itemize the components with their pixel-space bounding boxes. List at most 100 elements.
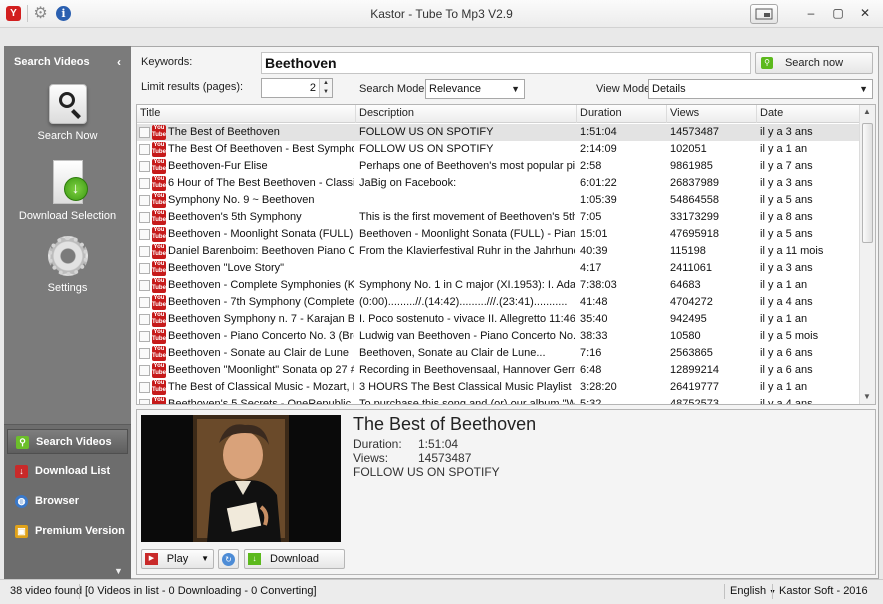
stepper-arrows-icon[interactable]: ▲ ▼ xyxy=(319,79,332,97)
row-checkbox[interactable] xyxy=(139,263,150,274)
table-row[interactable]: You Tube 6 Hour of The Best Beethoven - Cl… xyxy=(137,175,860,192)
table-row[interactable]: You Tube Beethoven - 7th Symphony (Complet… xyxy=(137,294,860,311)
search-icon xyxy=(48,84,87,124)
duration-label: Duration: xyxy=(353,437,402,451)
table-row[interactable]: You Tube Symphony No. 9 ~ Beethoven 1:05:39… xyxy=(137,192,860,209)
keywords-label: Keywords: xyxy=(141,56,193,68)
column-description[interactable]: Description xyxy=(356,105,577,123)
search-mode-label: Search Mode: xyxy=(359,83,428,95)
download-selection-label: Download Selection xyxy=(18,210,117,222)
mini-player-button[interactable] xyxy=(750,4,778,24)
cell-duration: 4:17 xyxy=(580,262,602,274)
cell-duration: 7:16 xyxy=(580,347,602,359)
cell-date: il y a 5 mois xyxy=(760,330,819,342)
nav-browser[interactable]: ◍ Browser xyxy=(7,489,128,514)
youtube-icon: YouTube xyxy=(152,312,166,327)
cell-description: Ludwig van Beethoven - Piano Concerto No… xyxy=(359,330,575,342)
row-checkbox[interactable] xyxy=(139,229,150,240)
cell-description: Symphony No. 1 in C major (XI.1953): I. … xyxy=(359,279,575,291)
row-checkbox[interactable] xyxy=(139,127,150,138)
youtube-icon: YouTube xyxy=(152,227,166,242)
table-header: Title Description Duration Views Date xyxy=(137,105,860,123)
table-row[interactable]: You Tube Beethoven - Complete Symphonies (… xyxy=(137,277,860,294)
play-button[interactable]: ▶ Play ▼ xyxy=(141,549,214,569)
cell-views: 942495 xyxy=(670,313,707,325)
play-button-label: Play xyxy=(166,553,189,565)
search-now-button[interactable]: ⚲ Search now xyxy=(755,52,873,74)
table-row[interactable]: You Tube Beethoven Symphony n. 7 - Karajan… xyxy=(137,311,860,328)
row-checkbox[interactable] xyxy=(139,331,150,342)
keywords-input[interactable]: Beethoven xyxy=(261,52,751,74)
cell-views: 54864558 xyxy=(670,194,719,206)
cell-views: 2563865 xyxy=(670,347,713,359)
row-checkbox[interactable] xyxy=(139,314,150,325)
row-checkbox[interactable] xyxy=(139,178,150,189)
column-date[interactable]: Date xyxy=(757,105,860,123)
search-now-action[interactable]: Search Now xyxy=(4,84,131,142)
view-mode-select[interactable]: Details ▼ xyxy=(648,79,873,99)
search-icon: ⚲ xyxy=(16,436,29,449)
limit-results-stepper[interactable]: 2 ▲ ▼ xyxy=(261,78,333,98)
row-checkbox[interactable] xyxy=(139,246,150,257)
column-duration[interactable]: Duration xyxy=(577,105,667,123)
table-row[interactable]: You Tube The Best Of Beethoven - Best Symp… xyxy=(137,141,860,158)
row-checkbox[interactable] xyxy=(139,195,150,206)
language-selector[interactable]: English ▼ xyxy=(730,580,776,604)
youtube-icon: YouTube xyxy=(152,210,166,225)
cell-date: il y a 11 mois xyxy=(760,245,824,257)
search-mode-select[interactable]: Relevance ▼ xyxy=(425,79,525,99)
table-row[interactable]: You Tube Beethoven - Piano Concerto No. 3 … xyxy=(137,328,860,345)
row-checkbox[interactable] xyxy=(139,382,150,393)
mini-player-icon xyxy=(755,8,773,20)
language-value: English xyxy=(730,585,767,597)
scroll-down-icon[interactable]: ▼ xyxy=(863,392,871,401)
chevron-down-icon[interactable]: ▼ xyxy=(201,550,209,568)
row-checkbox[interactable] xyxy=(139,212,150,223)
column-views[interactable]: Views xyxy=(667,105,757,123)
row-checkbox[interactable] xyxy=(139,144,150,155)
refresh-button[interactable]: ↻ xyxy=(218,549,239,569)
minimize-button[interactable]: – xyxy=(799,4,823,22)
close-button[interactable]: ✕ xyxy=(853,4,877,22)
collapse-chevron-icon[interactable]: ‹ xyxy=(117,46,121,78)
cell-duration: 41:48 xyxy=(580,296,608,308)
scrollbar-thumb[interactable] xyxy=(862,123,873,243)
status-bar: 38 video found [0 Videos in list - 0 Dow… xyxy=(0,579,883,604)
settings-action[interactable]: Settings xyxy=(4,236,131,294)
nav-label: Premium Version xyxy=(35,525,125,537)
table-row[interactable]: You Tube Beethoven - Sonate au Clair de Lu… xyxy=(137,345,860,362)
cell-views: 9861985 xyxy=(670,160,713,172)
column-title[interactable]: Title xyxy=(137,105,356,123)
more-arrow-icon[interactable]: ▼ xyxy=(114,566,123,576)
download-selection-action[interactable]: ↓ Download Selection xyxy=(4,160,131,222)
scroll-up-icon[interactable]: ▲ xyxy=(863,107,871,116)
chevron-down-icon: ▼ xyxy=(511,84,520,94)
cell-description: FOLLOW US ON SPOTIFY xyxy=(359,143,494,155)
nav-search-videos[interactable]: ⚲ Search Videos xyxy=(7,429,128,454)
row-checkbox[interactable] xyxy=(139,161,150,172)
download-button[interactable]: ↓ Download xyxy=(244,549,345,569)
table-row[interactable]: You Tube Beethoven "Love Story" 4:17 2411061… xyxy=(137,260,860,277)
row-checkbox[interactable] xyxy=(139,399,150,404)
table-row[interactable]: You Tube Daniel Barenboim: Beethoven Piano… xyxy=(137,243,860,260)
nav-premium-version[interactable]: ▣ Premium Version xyxy=(7,519,128,544)
table-row[interactable]: You Tube Beethoven "Moonlight" Sonata op 2… xyxy=(137,362,860,379)
table-row[interactable]: You Tube Beethoven-Fur Elise Perhaps one of… xyxy=(137,158,860,175)
nav-download-list[interactable]: ↓ Download List xyxy=(7,459,128,484)
cell-date: il y a 4 ans xyxy=(760,296,813,308)
cell-title: Beethoven's 5 Secrets - OneRepublic (Cel… xyxy=(168,398,354,405)
table-row[interactable]: YouTubeBeethoven's 5 Secrets - OneRepubl… xyxy=(137,396,860,405)
table-row[interactable]: You Tube Beethoven - Moonlight Sonata (FUL… xyxy=(137,226,860,243)
table-row[interactable]: You Tube The Best of Beethoven FOLLOW US ON… xyxy=(137,124,860,141)
video-thumbnail[interactable] xyxy=(141,415,341,542)
row-checkbox[interactable] xyxy=(139,297,150,308)
results-scrollbar[interactable]: ▲ ▼ xyxy=(859,105,875,404)
cell-date: il y a 6 ans xyxy=(760,347,813,359)
maximize-button[interactable]: ▢ xyxy=(826,4,850,22)
table-row[interactable]: You Tube The Best of Classical Music - Moz… xyxy=(137,379,860,396)
row-checkbox[interactable] xyxy=(139,280,150,291)
row-checkbox[interactable] xyxy=(139,365,150,376)
youtube-icon: YouTube xyxy=(152,261,166,276)
row-checkbox[interactable] xyxy=(139,348,150,359)
table-row[interactable]: You Tube Beethoven's 5th Symphony This is t… xyxy=(137,209,860,226)
